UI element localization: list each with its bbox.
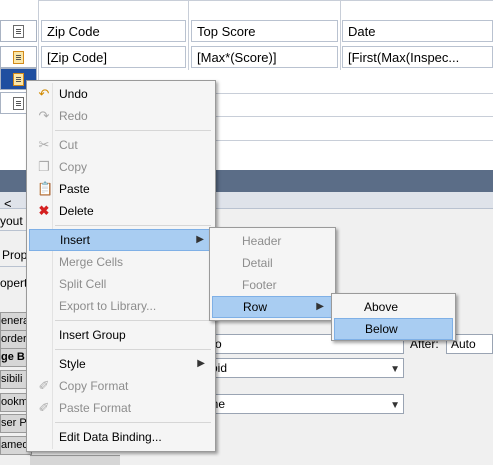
menu-item-insert[interactable]: Insert ▶: [29, 229, 213, 251]
menu-item-paste-format[interactable]: ✐ Paste Format: [29, 397, 213, 419]
menu-item-label: Export to Library...: [59, 299, 157, 313]
copy-format-icon: ✐: [38, 378, 50, 393]
menu-item-label: Paste: [59, 182, 90, 196]
menu-separator: [55, 225, 211, 226]
value-cell-date[interactable]: [First(Max(Inspec...: [342, 46, 493, 68]
menu-item-header[interactable]: Header: [212, 230, 333, 252]
submenu-arrow-icon: ▶: [316, 301, 324, 312]
menu-separator: [55, 320, 211, 321]
value-cell-score[interactable]: [Max*(Score)]: [191, 46, 338, 68]
grid-line: [340, 0, 341, 70]
menu-item-undo[interactable]: ↶ Undo: [29, 83, 213, 105]
menu-item-label: Cut: [59, 138, 78, 152]
menu-item-label: Above: [364, 300, 399, 314]
row-header[interactable]: [0, 46, 37, 68]
insert-submenu: Header Detail Footer Row ▶: [209, 227, 336, 321]
menu-item-label: Undo: [59, 87, 88, 101]
menu-item-above[interactable]: Above: [334, 296, 453, 318]
row-icon: [13, 73, 24, 86]
properties-tab[interactable]: Prop: [2, 248, 27, 262]
row-icon: [13, 97, 24, 110]
context-menu: ↶ Undo ↷ Redo ✂ Cut ❐ Copy 📋 Paste ✖ Del…: [26, 80, 216, 452]
menu-item-copy-format[interactable]: ✐ Copy Format: [29, 375, 213, 397]
menu-item-label: Below: [365, 322, 398, 336]
other-dropdown[interactable]: one▼: [200, 394, 404, 414]
menu-item-style[interactable]: Style ▶: [29, 353, 213, 375]
menu-item-label: Copy: [59, 160, 88, 174]
menu-item-insert-group[interactable]: Insert Group: [29, 324, 213, 346]
menu-item-label: Delete: [59, 204, 94, 218]
property-label: opert: [0, 276, 28, 290]
menu-item-delete[interactable]: ✖ Delete: [29, 200, 213, 222]
menu-item-edit-data-binding[interactable]: Edit Data Binding...: [29, 426, 213, 448]
menu-item-label: Style: [59, 357, 86, 371]
menu-item-split-cell[interactable]: Split Cell: [29, 273, 213, 295]
copy-icon: ❐: [38, 159, 50, 174]
menu-separator: [55, 130, 211, 131]
menu-item-label: Footer: [242, 278, 277, 292]
row-submenu: Above Below: [331, 293, 456, 341]
undo-icon: ↶: [38, 86, 50, 101]
cut-icon: ✂: [38, 137, 50, 152]
row-header[interactable]: [0, 20, 37, 42]
menu-item-detail[interactable]: Detail: [212, 252, 333, 274]
menu-item-label: Paste Format: [59, 401, 132, 415]
menu-item-label: Row: [243, 300, 268, 314]
menu-item-label: Insert: [60, 233, 91, 247]
layout-label: yout: [0, 214, 23, 228]
paste-format-icon: ✐: [38, 400, 50, 415]
chevron-down-icon: ▼: [390, 400, 400, 411]
menu-item-label: Copy Format: [59, 379, 129, 393]
menu-item-row[interactable]: Row ▶: [212, 296, 333, 318]
menu-separator: [55, 349, 211, 350]
menu-item-footer[interactable]: Footer: [212, 274, 333, 296]
submenu-arrow-icon: ▶: [196, 234, 204, 245]
menu-item-label: Detail: [242, 256, 273, 270]
header-cell-zip[interactable]: Zip Code: [41, 20, 186, 42]
header-cell-score[interactable]: Top Score: [191, 20, 338, 42]
redo-icon: ↷: [38, 108, 50, 123]
menu-item-label: Merge Cells: [59, 255, 124, 269]
menu-item-label: Edit Data Binding...: [59, 430, 162, 444]
menu-separator: [55, 422, 211, 423]
scroll-left-arrow[interactable]: <: [4, 196, 12, 211]
header-cell-date[interactable]: Date: [342, 20, 493, 42]
menu-item-label: Redo: [59, 109, 88, 123]
row-icon: [13, 51, 24, 64]
menu-item-cut[interactable]: ✂ Cut: [29, 134, 213, 156]
grid-line: [38, 0, 493, 1]
submenu-arrow-icon: ▶: [197, 358, 205, 369]
menu-item-label: Insert Group: [59, 328, 126, 342]
menu-item-paste[interactable]: 📋 Paste: [29, 178, 213, 200]
delete-icon: ✖: [38, 203, 50, 218]
inside-dropdown[interactable]: void ▼: [200, 358, 404, 378]
grid-line: [188, 0, 189, 70]
menu-item-copy[interactable]: ❐ Copy: [29, 156, 213, 178]
menu-item-label: Split Cell: [59, 277, 107, 291]
menu-item-label: Header: [242, 234, 282, 248]
value-cell-zip[interactable]: [Zip Code]: [41, 46, 186, 68]
paste-icon: 📋: [37, 181, 54, 196]
chevron-down-icon: ▼: [390, 364, 400, 375]
menu-item-merge-cells[interactable]: Merge Cells: [29, 251, 213, 273]
menu-item-export-library[interactable]: Export to Library...: [29, 295, 213, 317]
menu-item-redo[interactable]: ↷ Redo: [29, 105, 213, 127]
row-icon: [13, 25, 24, 38]
menu-item-below[interactable]: Below: [334, 318, 453, 340]
